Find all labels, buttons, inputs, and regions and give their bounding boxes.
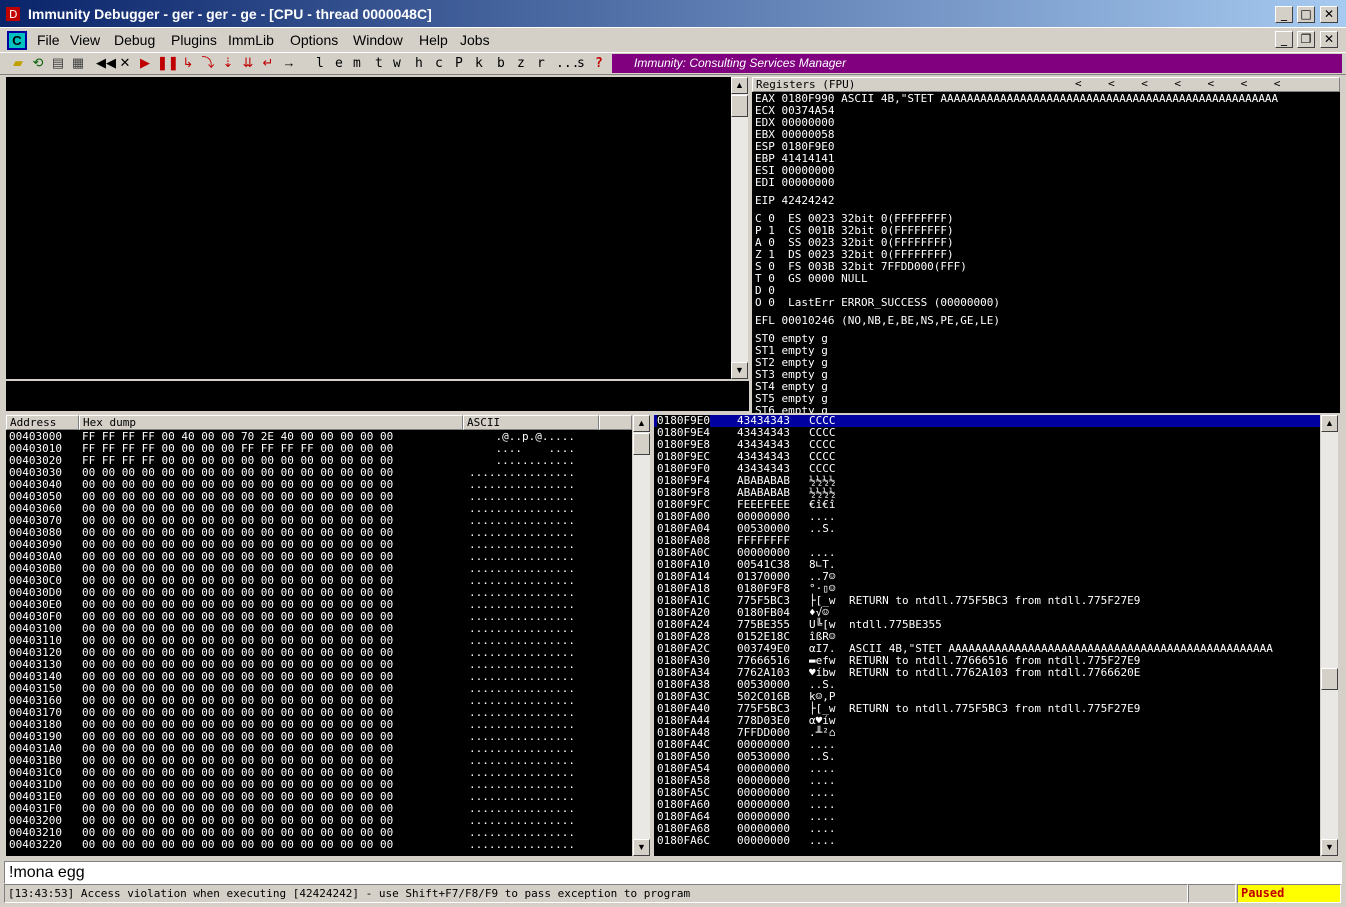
dump-hex: 00 00 00 00 00 00 00 00 00 00 00 00 00 0… [82, 838, 394, 851]
register-line[interactable]: EFL 00010246 (NO,NB,E,BE,NS,PE,GE,LE) [755, 315, 1000, 327]
toolbar-memory-button[interactable]: m [353, 56, 361, 71]
scroll-up-icon[interactable]: ▲ [633, 415, 650, 432]
menu-options[interactable]: Options [290, 32, 338, 48]
services-banner[interactable]: Immunity: Consulting Services Manager [612, 54, 1342, 73]
menu-window[interactable]: Window [353, 32, 403, 48]
title-bar: D Immunity Debugger - ger - ger - ge - [… [0, 0, 1346, 28]
scroll-down-icon[interactable]: ▼ [1321, 839, 1338, 856]
command-input[interactable]: !mona egg [4, 861, 1342, 884]
dump-address: 00403220 [9, 838, 62, 851]
child-close-button[interactable]: ✕ [1320, 31, 1338, 48]
info-pane [6, 381, 749, 411]
stack-value: 00000000 [737, 834, 790, 847]
dump-header-hex[interactable]: Hex dump [79, 415, 463, 430]
close-button[interactable]: ✕ [1320, 6, 1338, 23]
stack-row[interactable]: 0180FA6C 00000000.... [654, 835, 1320, 847]
window-title: Immunity Debugger - ger - ger - ge - [CP… [28, 6, 432, 22]
stack-ascii: .... [809, 834, 836, 847]
stack-comment: RETURN to ntdll.7762A103 from ntdll.7766… [849, 666, 1141, 679]
disassembly-pane[interactable] [6, 77, 731, 379]
dump-scrollbar[interactable]: ▲ ▼ [633, 415, 650, 856]
register-line[interactable]: O 0 LastErr ERROR_SUCCESS (00000000) [755, 297, 1000, 309]
dump-row[interactable]: 00403220 00 00 00 00 00 00 00 00 00 00 00… [9, 838, 575, 851]
toolbar-source-button[interactable]: s [577, 56, 585, 71]
restart-icon[interactable]: ⟲ [30, 55, 46, 71]
stack-comment: RETURN to ntdll.775F5BC3 from ntdll.775F… [849, 702, 1141, 715]
dump-header-address[interactable]: Address [6, 415, 79, 430]
memory-icon[interactable]: ▤ [50, 55, 66, 71]
app-icon: D [6, 7, 20, 21]
step-over-icon[interactable]: ⤵ [200, 55, 216, 71]
menu-immlib[interactable]: ImmLib [228, 32, 274, 48]
scroll-down-icon[interactable]: ▼ [731, 362, 748, 379]
menu-view[interactable]: View [70, 32, 100, 48]
toolbar-executable-modules-button[interactable]: e [335, 56, 343, 71]
menu-jobs[interactable]: Jobs [460, 32, 490, 48]
dump-pane[interactable]: Address Hex dump ASCII 00403000 FF FF FF … [6, 415, 632, 856]
cpu-window-icon[interactable]: C [7, 31, 27, 50]
toolbar-patches-button[interactable]: P [455, 56, 463, 71]
run-icon[interactable]: ▶ [137, 55, 153, 71]
stack-comment: ntdll.775BE355 [849, 618, 942, 631]
toolbar-threads-button[interactable]: t [375, 56, 383, 71]
child-restore-button[interactable]: ❐ [1297, 31, 1315, 48]
status-message: [13:43:53] Access violation when executi… [8, 887, 691, 900]
go-to-icon[interactable]: → [281, 55, 297, 71]
step-into-icon[interactable]: ↳ [180, 55, 196, 71]
status-panel [1188, 884, 1236, 903]
toolbar-z-button[interactable]: z [517, 56, 525, 71]
status-bar: [13:43:53] Access violation when executi… [4, 884, 1188, 903]
scroll-down-icon[interactable]: ▼ [633, 839, 650, 856]
register-line[interactable]: EDI 00000000 [755, 177, 834, 189]
disassembly-scrollbar[interactable]: ▲ ▼ [731, 77, 748, 379]
open-icon[interactable]: ▰ [10, 55, 26, 71]
register-mode-arrows[interactable]: < < < < < < < [1075, 78, 1280, 90]
toolbar-breakpoints-button[interactable]: b [497, 56, 505, 71]
svg-text:D: D [9, 8, 17, 21]
minimize-button[interactable]: _ [1275, 6, 1293, 23]
pause-icon[interactable]: ❚❚ [157, 55, 179, 71]
toolbar-run-trace-button[interactable]: ... [556, 56, 579, 71]
close-icon[interactable]: ✕ [117, 55, 133, 71]
register-line[interactable]: ST6 empty g [755, 405, 828, 414]
toolbar-windows-button[interactable]: w [393, 56, 401, 71]
menu-plugins[interactable]: Plugins [171, 32, 217, 48]
scroll-thumb[interactable] [1321, 668, 1338, 690]
stack-pane[interactable]: 0180F9E0 43434343 CCCC 0180F9E4 43434343 CCCC… [654, 415, 1320, 856]
menu-debug[interactable]: Debug [114, 32, 155, 48]
scroll-thumb[interactable] [633, 433, 650, 455]
dump-header-ascii[interactable]: ASCII [463, 415, 599, 430]
registers-pane[interactable]: Registers (FPU) < < < < < < < EAX 0180F9… [752, 77, 1340, 413]
toolbar-references-button[interactable]: r [537, 56, 545, 71]
toolbar-handles-button[interactable]: h [415, 56, 423, 71]
scroll-thumb[interactable] [731, 95, 748, 117]
dump-ascii: ................ [469, 838, 575, 851]
menu-bar: C File View Debug Plugins ImmLib Options… [0, 29, 1346, 52]
execute-till-return-icon[interactable]: ↵ [260, 55, 276, 71]
toolbar-cpu-button[interactable]: c [435, 56, 443, 71]
toolbar-help-button[interactable]: ? [595, 56, 603, 71]
scroll-up-icon[interactable]: ▲ [731, 77, 748, 94]
toolbar: ▰ ⟲ ▤ ▦ ◀◀ ✕ ▶ ❚❚ ↳ ⤵ ⇣ ⇊ ↵ → l e m t w … [0, 52, 1346, 75]
toolbar-log-button[interactable]: l [316, 56, 324, 71]
stack-scrollbar[interactable]: ▲ ▼ [1321, 415, 1338, 856]
trace-over-icon[interactable]: ⇊ [240, 55, 256, 71]
modules-icon[interactable]: ▦ [70, 55, 86, 71]
stack-comment: RETURN to ntdll.775F5BC3 from ntdll.775F… [849, 594, 1141, 607]
child-minimize-button[interactable]: _ [1275, 31, 1293, 48]
register-line[interactable]: EIP 42424242 [755, 195, 834, 207]
registers-title: Registers (FPU) [756, 78, 856, 91]
dump-header-filler [599, 415, 632, 430]
state-badge: Paused [1237, 884, 1341, 903]
menu-help[interactable]: Help [419, 32, 448, 48]
trace-into-icon[interactable]: ⇣ [220, 55, 236, 71]
scroll-up-icon[interactable]: ▲ [1321, 415, 1338, 432]
maximize-button[interactable]: □ [1297, 6, 1315, 23]
toolbar-call-stack-button[interactable]: k [475, 56, 483, 71]
menu-file[interactable]: File [37, 32, 60, 48]
stack-address: 0180FA6C [657, 834, 710, 847]
rewind-icon[interactable]: ◀◀ [96, 55, 116, 71]
registers-header[interactable]: Registers (FPU) < < < < < < < [752, 77, 1340, 92]
